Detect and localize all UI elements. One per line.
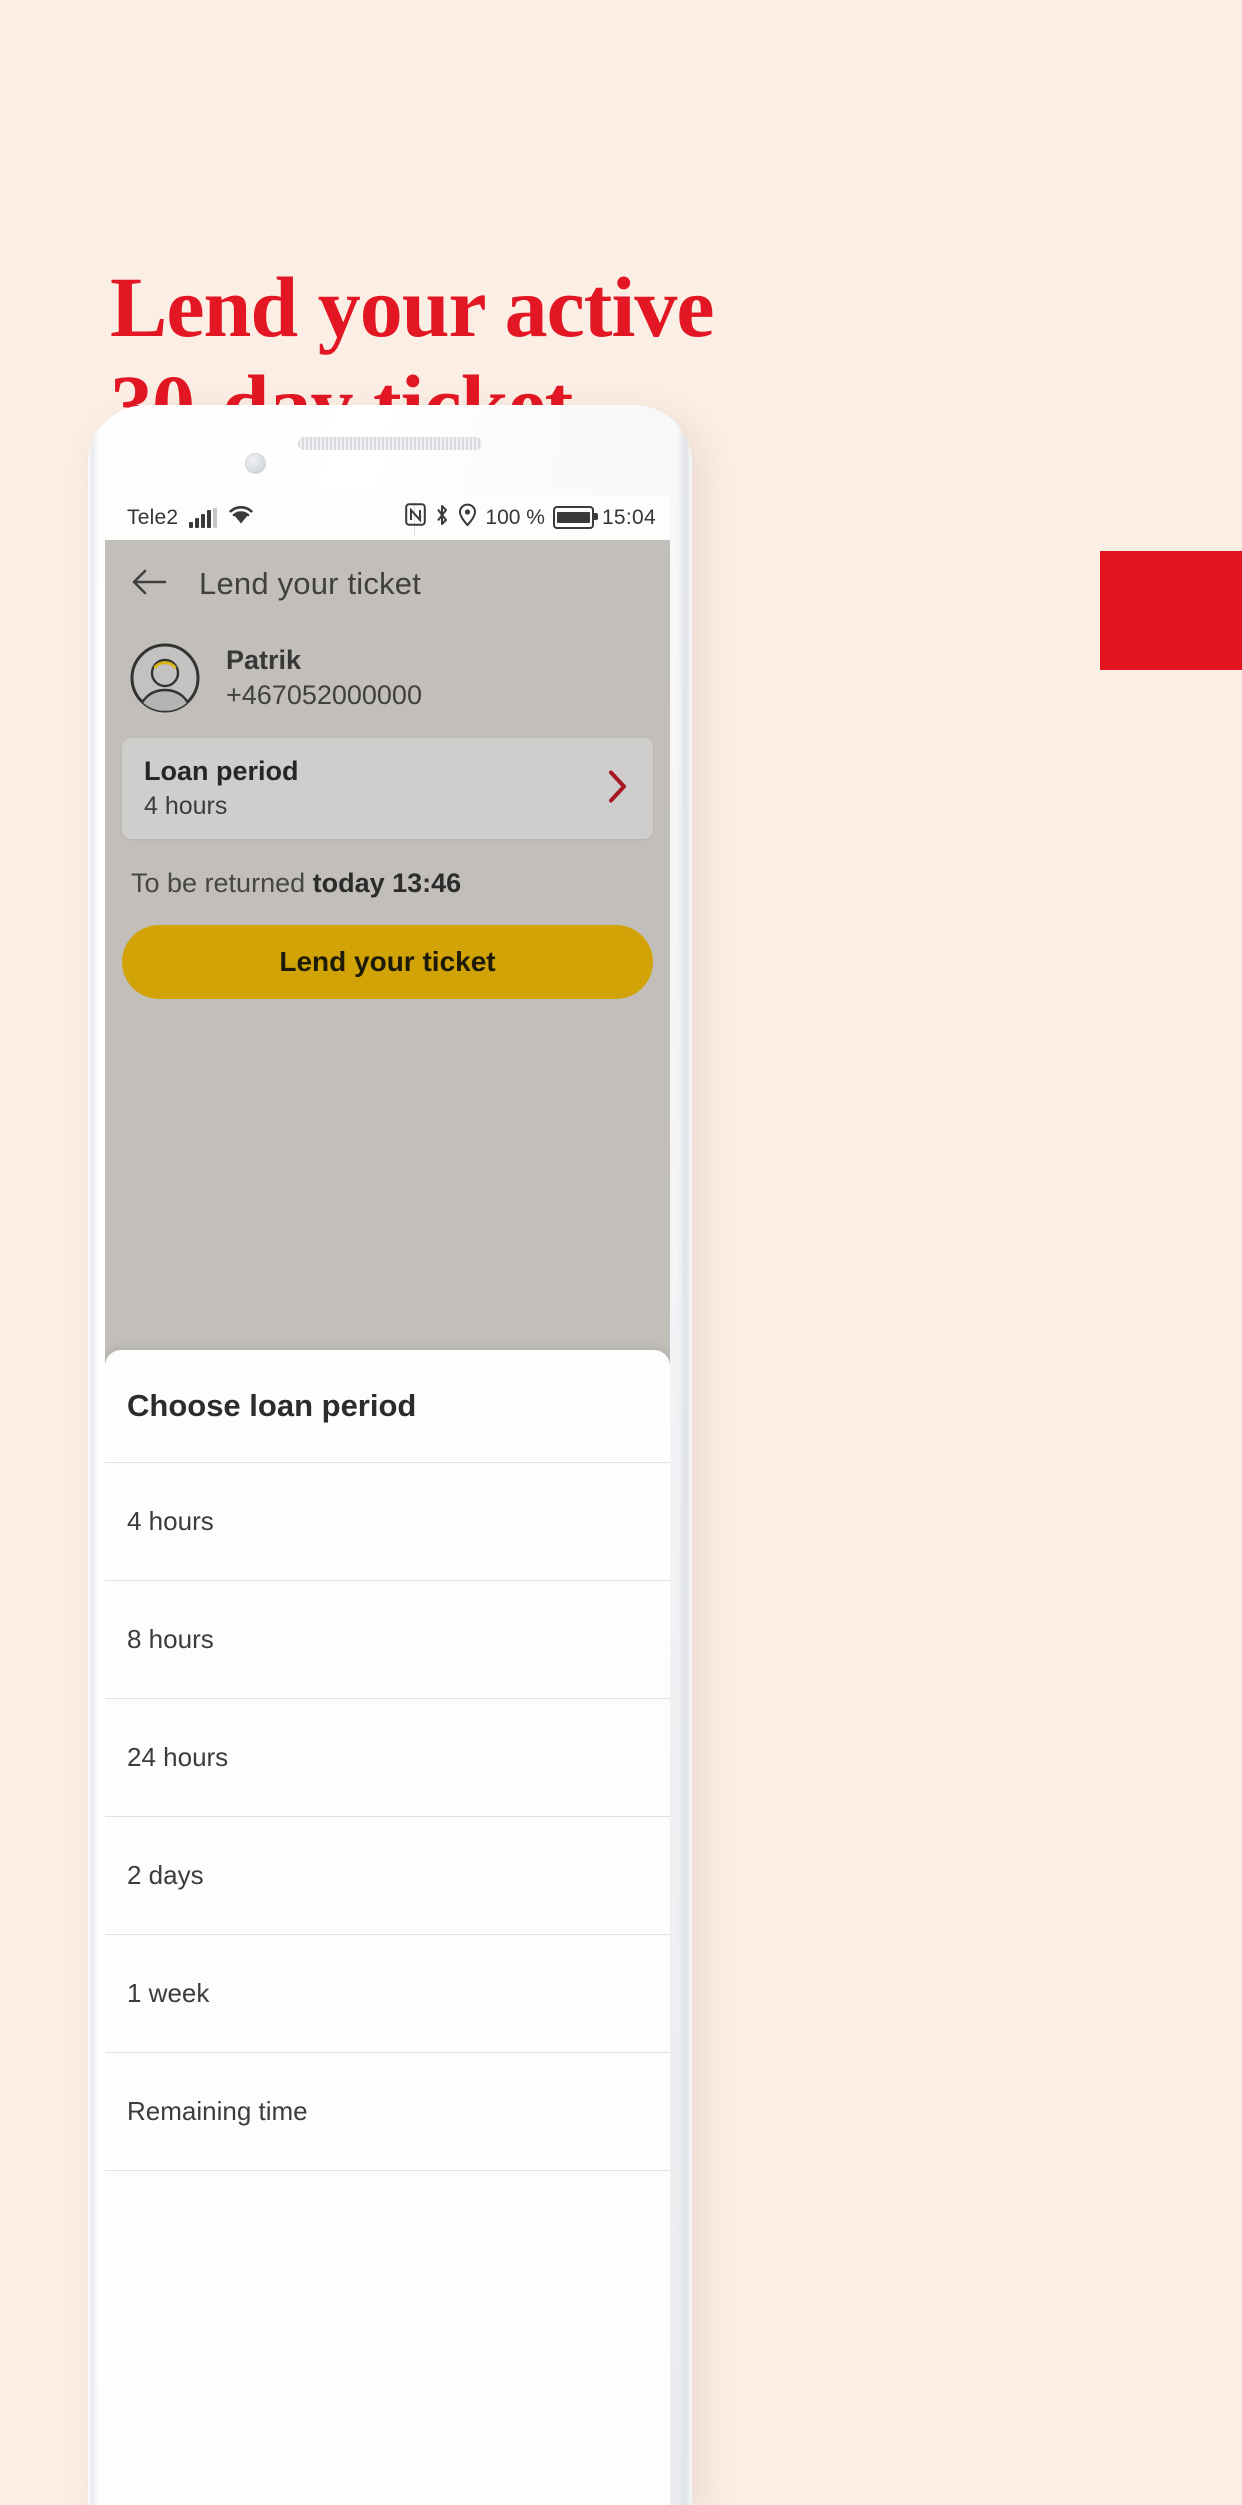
return-info: To be returned today 13:46 [105,839,670,899]
back-arrow-icon[interactable] [131,568,167,601]
loan-period-labels: Loan period 4 hours [144,756,299,821]
return-info-prefix: To be returned [131,868,313,898]
list-item[interactable]: Remaining time [105,2053,670,2171]
list-item[interactable]: 24 hours [105,1699,670,1817]
contact-details: Patrik +467052000000 [226,645,422,711]
user-avatar-icon [129,642,201,714]
status-bar: Tele2 100 % 15:04 [105,495,670,540]
battery-full-icon [552,506,598,529]
phone-edge-right [678,405,692,2505]
list-item[interactable]: 2 days [105,1817,670,1935]
signal-bars-icon [189,507,218,528]
lend-ticket-button[interactable]: Lend your ticket [122,925,653,999]
sheet-title: Choose loan period [105,1350,670,1463]
front-camera-icon [245,453,266,474]
list-item[interactable]: 4 hours [105,1463,670,1581]
choose-loan-period-sheet: Choose loan period 4 hours 8 hours 24 ho… [105,1350,670,2505]
list-item[interactable]: 1 week [105,1935,670,2053]
status-bar-left: Tele2 [105,504,254,531]
loan-period-card[interactable]: Loan period 4 hours [122,738,653,839]
nfc-icon [405,503,427,532]
return-info-time: today 13:46 [312,868,462,898]
contact-row: Patrik +467052000000 [105,628,670,732]
contact-name: Patrik [226,645,302,675]
clock-label: 15:04 [601,505,656,529]
phone-screen: Tele2 100 % 15:04 Lend your ticket Patri… [105,495,670,2505]
phone-mockup: Tele2 100 % 15:04 Lend your ticket Patri… [88,405,692,2505]
bluetooth-icon [434,503,450,533]
contact-phone: +467052000000 [226,680,422,710]
chevron-right-icon[interactable] [608,769,628,808]
red-accent-block [1100,551,1242,670]
status-bar-right: 100 % 15:04 [405,495,656,540]
location-pin-icon [458,503,477,533]
earpiece-speaker [298,437,482,450]
battery-percent-label: 100 % [485,505,545,529]
list-item[interactable]: 8 hours [105,1581,670,1699]
phone-edge-left [88,405,98,2505]
page-title: Lend your ticket [199,566,422,601]
wifi-icon [228,504,254,531]
loan-period-title: Loan period [144,756,299,786]
app-bar: Lend your ticket [105,540,670,628]
loan-period-value: 4 hours [144,792,228,820]
carrier-label: Tele2 [127,505,179,529]
